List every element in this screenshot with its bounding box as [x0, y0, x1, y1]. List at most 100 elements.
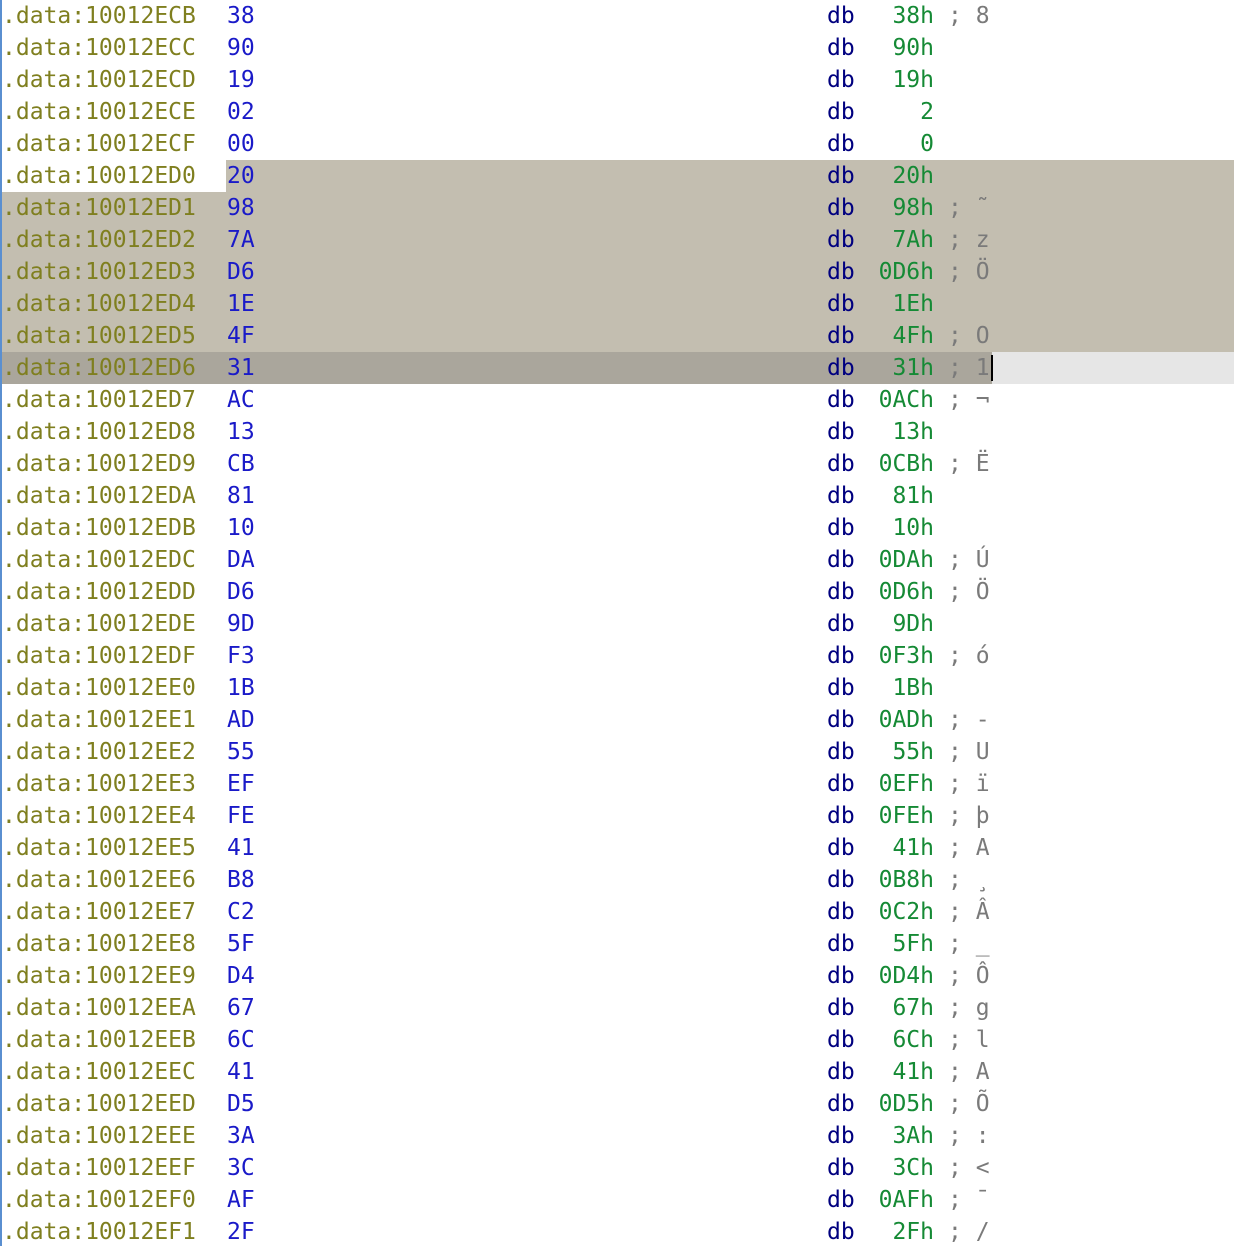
comment: ; O: [948, 323, 990, 349]
mnemonic: db: [827, 707, 855, 733]
listing-row[interactable]: .data:10012ED4 1E db 1Eh: [2, 288, 1234, 320]
operand-value: 3Ah: [892, 1123, 934, 1149]
listing-row[interactable]: .data:10012ECF 00 db 0: [2, 128, 1234, 160]
operand-value: 0D5h: [878, 1091, 934, 1117]
mnemonic: db: [827, 1059, 855, 1085]
listing-row[interactable]: .data:10012ED5 4F db 4Fh ; O: [2, 320, 1234, 352]
operand-value: 0D4h: [878, 963, 934, 989]
operand-value: 0D6h: [878, 259, 934, 285]
listing-row[interactable]: .data:10012ED0 20 db 20h: [2, 160, 1234, 192]
listing-row[interactable]: .data:10012EE2 55 db 55h ; U: [2, 736, 1234, 768]
listing-row[interactable]: .data:10012ED8 13 db 13h: [2, 416, 1234, 448]
address-label: .data:10012EE6: [2, 867, 196, 893]
comment: ; Ö: [948, 259, 990, 285]
disassembly-listing[interactable]: .data:10012ECB 38 db 38h ; 8 .data:10012ECC 90…: [0, 0, 1234, 1246]
address-label: .data:10012ED2: [2, 227, 196, 253]
hex-bytes: 19: [227, 67, 255, 93]
listing-row[interactable]: .data:10012EE7 C2 db 0C2h ; Â: [2, 896, 1234, 928]
listing-row[interactable]: .data:10012EEB 6C db 6Ch ; l: [2, 1024, 1234, 1056]
listing-row[interactable]: .data:10012EE6 B8 db 0B8h ; ¸: [2, 864, 1234, 896]
comment: ; /: [948, 1219, 990, 1245]
listing-row[interactable]: .data:10012EDC DA db 0DAh ; Ú: [2, 544, 1234, 576]
listing-row[interactable]: .data:10012EEC 41 db 41h ; A: [2, 1056, 1234, 1088]
listing-row[interactable]: .data:10012EE5 41 db 41h ; A: [2, 832, 1234, 864]
hex-bytes: 67: [227, 995, 255, 1021]
operand-value: 20h: [892, 163, 934, 189]
hex-bytes: 20: [227, 163, 255, 189]
listing-row[interactable]: .data:10012ED6 31 db 31h ; 1: [2, 352, 1234, 384]
listing-row[interactable]: .data:10012EDD D6 db 0D6h ; Ö: [2, 576, 1234, 608]
listing-row[interactable]: .data:10012EED D5 db 0D5h ; Õ: [2, 1088, 1234, 1120]
hex-bytes: 00: [227, 131, 255, 157]
listing-row[interactable]: .data:10012EEA 67 db 67h ; g: [2, 992, 1234, 1024]
listing-row[interactable]: .data:10012EDA 81 db 81h: [2, 480, 1234, 512]
operand-value: 10h: [892, 515, 934, 541]
listing-row[interactable]: .data:10012EDF F3 db 0F3h ; ó: [2, 640, 1234, 672]
operand-value: 0: [920, 131, 934, 157]
listing-row[interactable]: .data:10012EDE 9D db 9Dh: [2, 608, 1234, 640]
listing-row[interactable]: .data:10012EE8 5F db 5Fh ; _: [2, 928, 1234, 960]
hex-bytes: AD: [227, 707, 255, 733]
mnemonic: db: [827, 547, 855, 573]
hex-bytes: 2F: [227, 1219, 255, 1245]
hex-bytes: 98: [227, 195, 255, 221]
hex-bytes: 3A: [227, 1123, 255, 1149]
hex-bytes: DA: [227, 547, 255, 573]
address-label: .data:10012EF1: [2, 1219, 196, 1245]
comment: ; :: [948, 1123, 990, 1149]
listing-row[interactable]: .data:10012EF0 AF db 0AFh ; ¯: [2, 1184, 1234, 1216]
listing-row[interactable]: .data:10012EE9 D4 db 0D4h ; Ô: [2, 960, 1234, 992]
mnemonic: db: [827, 867, 855, 893]
listing-row[interactable]: .data:10012ECB 38 db 38h ; 8: [2, 0, 1234, 32]
comment: ; z: [948, 227, 990, 253]
listing-row[interactable]: .data:10012EE3 EF db 0EFh ; ï: [2, 768, 1234, 800]
operand-value: 41h: [892, 1059, 934, 1085]
mnemonic: db: [827, 579, 855, 605]
listing-row[interactable]: .data:10012ED7 AC db 0ACh ; ¬: [2, 384, 1234, 416]
listing-row[interactable]: .data:10012ED3 D6 db 0D6h ; Ö: [2, 256, 1234, 288]
comment: ; þ: [948, 803, 990, 829]
comment: ; ¯: [948, 1187, 990, 1213]
operand-value: 38h: [892, 3, 934, 29]
listing-row[interactable]: .data:10012EE4 FE db 0FEh ; þ: [2, 800, 1234, 832]
operand-value: 0C2h: [878, 899, 934, 925]
mnemonic: db: [827, 1091, 855, 1117]
listing-row[interactable]: .data:10012ED1 98 db 98h ; ˜: [2, 192, 1234, 224]
comment: ; _: [948, 931, 990, 957]
mnemonic: db: [827, 1123, 855, 1149]
mnemonic: db: [827, 99, 855, 125]
address-label: .data:10012ECF: [2, 131, 196, 157]
operand-value: 81h: [892, 483, 934, 509]
listing-row[interactable]: .data:10012EDB 10 db 10h: [2, 512, 1234, 544]
hex-bytes: F3: [227, 643, 255, 669]
comment: ; Ô: [948, 963, 990, 989]
comment: ; Õ: [948, 1091, 990, 1117]
address-label: .data:10012ED1: [2, 195, 196, 221]
mnemonic: db: [827, 899, 855, 925]
hex-bytes: 1B: [227, 675, 255, 701]
comment: ; ï: [948, 771, 990, 797]
listing-row[interactable]: .data:10012ECC 90 db 90h: [2, 32, 1234, 64]
mnemonic: db: [827, 1027, 855, 1053]
address-label: .data:10012ECC: [2, 35, 196, 61]
listing-row[interactable]: .data:10012ECD 19 db 19h: [2, 64, 1234, 96]
address-label: .data:10012EE3: [2, 771, 196, 797]
listing-row[interactable]: .data:10012ECE 02 db 2: [2, 96, 1234, 128]
comment: ; ¬: [948, 387, 990, 413]
listing-row[interactable]: .data:10012EE1 AD db 0ADh ; -: [2, 704, 1234, 736]
listing-row[interactable]: .data:10012EEE 3A db 3Ah ; :: [2, 1120, 1234, 1152]
operand-value: 41h: [892, 835, 934, 861]
listing-row[interactable]: .data:10012EF1 2F db 2Fh ; /: [2, 1216, 1234, 1248]
operand-value: 0ADh: [878, 707, 934, 733]
comment: ; Ë: [948, 451, 990, 477]
mnemonic: db: [827, 387, 855, 413]
listing-row[interactable]: .data:10012ED2 7A db 7Ah ; z: [2, 224, 1234, 256]
mnemonic: db: [827, 355, 855, 381]
listing-row[interactable]: .data:10012EE0 1B db 1Bh: [2, 672, 1234, 704]
address-label: .data:10012EE5: [2, 835, 196, 861]
hex-bytes: 5F: [227, 931, 255, 957]
mnemonic: db: [827, 1187, 855, 1213]
listing-row[interactable]: .data:10012EEF 3C db 3Ch ; <: [2, 1152, 1234, 1184]
listing-row[interactable]: .data:10012ED9 CB db 0CBh ; Ë: [2, 448, 1234, 480]
operand-value: 98h: [892, 195, 934, 221]
